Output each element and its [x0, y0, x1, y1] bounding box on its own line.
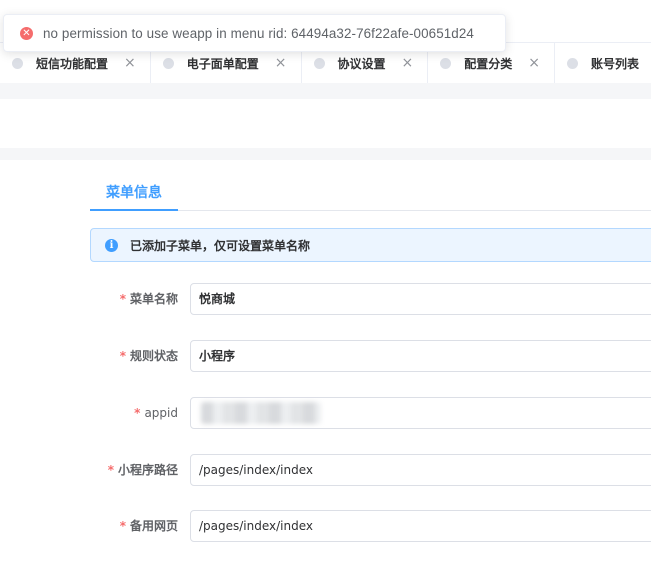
- field-label: * 规则状态: [120, 340, 178, 372]
- required-mark: *: [119, 519, 126, 533]
- close-circle-icon: ✕: [20, 26, 33, 40]
- miniprogram-path-input[interactable]: /pages/index/index: [190, 454, 651, 486]
- field-label: * 备用网页: [120, 510, 178, 542]
- tag-account-list[interactable]: 账号列表: [555, 43, 651, 83]
- dot-icon: [567, 57, 578, 69]
- alert-text: 已添加子菜单，仅可设置菜单名称: [130, 238, 311, 253]
- redacted-value: [201, 402, 321, 424]
- backup-url-input[interactable]: /pages/index/index: [190, 510, 651, 542]
- rule-status-input[interactable]: 小程序: [190, 340, 651, 372]
- field-label-text: 小程序路径: [117, 463, 178, 477]
- dot-icon: [12, 57, 23, 69]
- tab-menu-info[interactable]: 菜单信息: [90, 176, 178, 211]
- form-row-rule-status: * 规则状态 小程序: [0, 340, 651, 372]
- tag-label: 协议设置: [337, 56, 386, 71]
- dot-icon: [162, 57, 174, 69]
- form-row-backup-url: * 备用网页 /pages/index/index: [0, 510, 651, 542]
- field-label: * 菜单名称: [120, 283, 178, 315]
- field-label: * 小程序路径: [108, 454, 178, 486]
- tag-label: 短信功能配置: [36, 56, 109, 71]
- required-mark: *: [107, 463, 114, 477]
- close-icon[interactable]: ×: [402, 56, 414, 70]
- form-row-miniprogram-path: * 小程序路径 /pages/index/index: [0, 454, 651, 486]
- field-label-text: appid: [144, 406, 178, 420]
- menu-name-input[interactable]: 悦商城: [190, 283, 651, 315]
- required-mark: *: [119, 349, 126, 363]
- field-label-text: 菜单名称: [129, 292, 178, 306]
- info-alert: i 已添加子菜单，仅可设置菜单名称: [90, 228, 651, 262]
- divider: [0, 83, 651, 99]
- toast-message: no permission to use weapp in menu rid: …: [43, 25, 474, 41]
- required-mark: *: [134, 406, 141, 420]
- tab-underline: [178, 210, 651, 211]
- error-message-toast: ✕ no permission to use weapp in menu rid…: [3, 14, 506, 52]
- required-mark: *: [119, 292, 126, 306]
- tag-label: 账号列表: [591, 56, 640, 71]
- close-icon[interactable]: ×: [275, 56, 287, 70]
- info-circle-icon: i: [105, 238, 118, 252]
- field-label-text: 规则状态: [129, 349, 178, 363]
- appid-input[interactable]: [190, 397, 651, 429]
- tag-label: 电子面单配置: [186, 56, 259, 71]
- field-label: * appid: [134, 397, 178, 429]
- dot-icon: [440, 57, 452, 69]
- dot-icon: [313, 57, 325, 69]
- tag-label: 配置分类: [464, 56, 513, 71]
- field-label-text: 备用网页: [129, 519, 178, 533]
- divider: [0, 148, 651, 160]
- form-row-menu-name: * 菜单名称 悦商城: [0, 283, 651, 315]
- close-icon[interactable]: ×: [124, 56, 136, 70]
- form-row-appid: * appid: [0, 397, 651, 429]
- close-icon[interactable]: ×: [528, 56, 540, 70]
